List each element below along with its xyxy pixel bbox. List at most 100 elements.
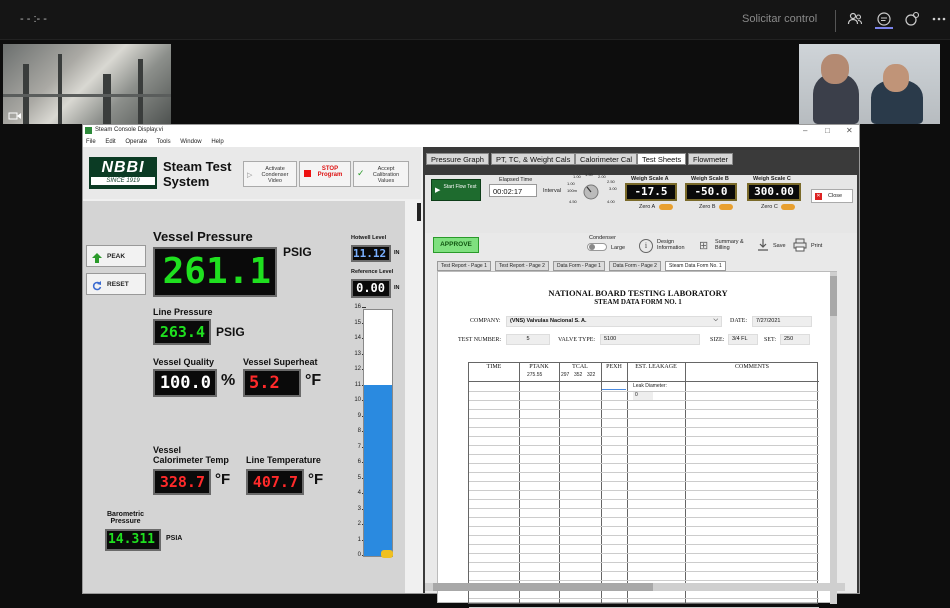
meeting-timer: - - :- -: [20, 13, 47, 25]
hotwell-level-display: 11.12: [351, 245, 391, 262]
gauge-scale: 16 15 14 13 12 11 10 9 8 7 6 5 4 3 2 1 0: [339, 304, 366, 558]
participant-video-people: [799, 44, 940, 124]
gauge-slider-handle[interactable]: [381, 550, 393, 558]
menu-window[interactable]: Window: [180, 139, 201, 145]
request-control-button[interactable]: Solicitar control: [742, 13, 817, 25]
column-header: COMMENTS: [734, 364, 769, 370]
close-icon: ✕: [815, 193, 822, 200]
size-label: SIZE:: [710, 337, 725, 343]
left-panel-scrollbar[interactable]: [417, 203, 421, 221]
hotwell-level-unit: IN: [394, 250, 400, 256]
pexh-input-cell[interactable]: [602, 382, 626, 390]
condenser-toggle[interactable]: [587, 243, 607, 251]
table-row: [469, 535, 819, 536]
set-field[interactable]: 250: [780, 334, 810, 345]
zero-c-toggle[interactable]: [781, 204, 795, 210]
tab-steam-data-form-no-1[interactable]: Steam Data Form No. 1: [665, 261, 726, 271]
maximize-icon[interactable]: □: [825, 126, 830, 135]
size-field[interactable]: 3/4 FL: [728, 334, 758, 345]
reactions-icon[interactable]: [903, 11, 921, 29]
leak-diameter-field[interactable]: 0: [633, 392, 653, 400]
stop-program-button[interactable]: STOP Program: [299, 161, 351, 187]
summary-billing-button[interactable]: Summary & Billing: [715, 239, 749, 251]
test-controls: ▶ Start Flow Test Elapsed Time 00:02:17 …: [425, 172, 857, 233]
close-button[interactable]: ✕ Close: [811, 189, 853, 203]
info-icon[interactable]: i: [639, 239, 653, 253]
hotwell-level-gauge: [363, 309, 393, 557]
interval-dial[interactable]: 1.00 1.50 2.00 2.50 3.00 100m 4.00 1.00 …: [565, 172, 621, 207]
peak-hold-icon: [92, 251, 102, 263]
line-temperature-unit: °F: [308, 471, 324, 488]
date-field[interactable]: 7/27/2021: [752, 316, 812, 327]
horizontal-scrollbar[interactable]: [425, 583, 845, 591]
company-label: COMPANY:: [470, 318, 501, 324]
table-row: [469, 418, 819, 419]
column-header: TIME: [486, 364, 502, 370]
gauge-tick-label: 10: [354, 397, 361, 403]
window-title: Steam Console Display.vi: [95, 127, 163, 133]
design-information-button[interactable]: Design Information: [657, 239, 693, 251]
tab-test-sheets[interactable]: Test Sheets: [637, 153, 687, 165]
tab-test-report-page-2[interactable]: Test Report - Page 2: [495, 261, 549, 271]
form-scrollbar[interactable]: [830, 272, 837, 604]
menu-file[interactable]: File: [86, 139, 96, 145]
chat-icon[interactable]: [875, 11, 893, 29]
nbbi-logo: NBBI SINCE 1919: [89, 157, 157, 189]
tab-data-form-page-2[interactable]: Data Form - Page 2: [609, 261, 661, 271]
meeting-toolbar: - - :- - Solicitar control: [0, 0, 950, 40]
menu-operate[interactable]: Operate: [125, 139, 147, 145]
hotwell-level-fill: [364, 385, 392, 556]
activate-condenser-video-button[interactable]: ▷ Activate Condenser Video: [243, 161, 297, 187]
people-icon[interactable]: [846, 11, 864, 29]
test-number-field[interactable]: 5: [506, 334, 550, 345]
valve-type-field[interactable]: 5100: [600, 334, 700, 345]
print-icon[interactable]: [793, 238, 807, 252]
zero-b-toggle[interactable]: [719, 204, 733, 210]
minimize-icon[interactable]: –: [803, 126, 807, 135]
tab-pt-tc-weight-cals[interactable]: PT, TC, & Weight Cals: [491, 153, 576, 165]
menu-edit[interactable]: Edit: [105, 139, 115, 145]
zero-a-toggle[interactable]: [659, 204, 673, 210]
interval-label: Interval: [543, 188, 562, 194]
save-icon[interactable]: [757, 238, 769, 252]
tab-calorimeter-cal[interactable]: Calorimeter Cal: [575, 153, 638, 165]
close-window-icon[interactable]: ✕: [846, 126, 853, 135]
table-row: [469, 436, 819, 437]
zero-c-label: Zero C: [761, 204, 778, 210]
tcal-value: 352: [574, 372, 583, 378]
table-row: [469, 454, 819, 455]
accept-calibration-button[interactable]: ✓ Accept Calibration Values: [353, 161, 409, 187]
steam-console-window: Steam Console Display.vi – □ ✕ File Edit…: [82, 124, 860, 608]
menu-tools[interactable]: Tools: [157, 139, 171, 145]
tab-flowmeter[interactable]: Flowmeter: [688, 153, 734, 165]
tab-test-report-page-1[interactable]: Test Report - Page 1: [437, 261, 491, 271]
column-divider: [627, 363, 628, 603]
company-select[interactable]: (VNS) Valvulas Nacional S. A. ⌵: [506, 316, 722, 327]
start-flow-test-button[interactable]: ▶ Start Flow Test: [431, 179, 481, 201]
menu-bar: File Edit Operate Tools Window Help: [83, 137, 859, 147]
reset-button[interactable]: RESET: [86, 273, 146, 295]
more-icon[interactable]: [930, 11, 948, 29]
tab-data-form-page-1[interactable]: Data Form - Page 1: [553, 261, 605, 271]
gauge-tick-label: 15: [354, 319, 361, 326]
participant-video-lab: [3, 44, 171, 124]
calorimeter-temp-display: 328.7: [153, 469, 211, 495]
peak-hold-button[interactable]: PEAK HOLD: [86, 245, 146, 282]
column-header: TCAL: [572, 364, 588, 370]
print-button[interactable]: Print: [811, 243, 822, 249]
add-summary-icon[interactable]: ⊞: [699, 239, 711, 253]
vessel-superheat-unit: °F: [305, 372, 322, 389]
tab-pressure-graph[interactable]: Pressure Graph: [426, 153, 489, 165]
table-row: [469, 481, 819, 482]
save-button[interactable]: Save: [773, 243, 786, 249]
reference-level-unit: IN: [394, 285, 400, 291]
gauge-tick-label: 4: [357, 490, 361, 496]
test-number-label: TEST NUMBER:: [458, 337, 502, 343]
approve-button[interactable]: APPROVE: [433, 237, 479, 253]
gauge-tick-label: 12: [354, 366, 361, 372]
gauge-tick-label: 11: [354, 381, 361, 388]
menu-help[interactable]: Help: [211, 139, 223, 145]
gauge-tick-label: 16: [354, 304, 361, 310]
table-row: [469, 544, 819, 545]
column-divider: [519, 363, 520, 603]
